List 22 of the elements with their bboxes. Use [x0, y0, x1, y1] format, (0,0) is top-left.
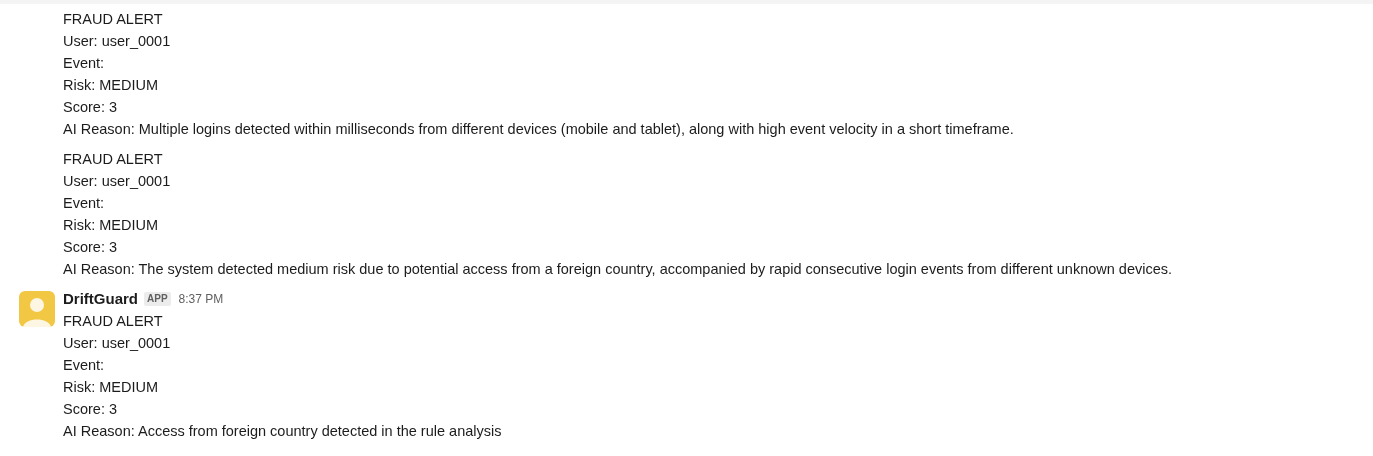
message-line: FRAUD ALERT	[63, 10, 164, 29]
message-line: User: user_0001	[63, 334, 172, 353]
message-line: Event:	[63, 356, 106, 375]
message-line: User: user_0001	[63, 32, 172, 51]
message-line: Score: 3	[63, 98, 118, 117]
message-line: Risk: MEDIUM	[63, 216, 160, 235]
message-line: AI Reason: Access from foreign country detected in the rule analysis	[63, 422, 502, 441]
message-time[interactable]: 8:37 PM	[178, 290, 224, 308]
message-line: AI Reason: Multiple logins detected within milliseconds from different devices (mobile and tablet), along with high event velocity in a short timeframe.	[63, 120, 1014, 139]
message-line: Score: 3	[63, 238, 118, 257]
avatar-icon	[19, 291, 55, 327]
message-line: Event:	[63, 194, 106, 213]
message-line: Risk: MEDIUM	[63, 76, 160, 95]
app-tag: APP	[144, 292, 171, 306]
message-line: FRAUD ALERT	[63, 150, 164, 169]
sender-name[interactable]: DriftGuard	[63, 287, 138, 311]
message-line: AI Reason: The system detected medium risk due to potential access from a foreign country, accompanied by rapid consecutive login events from different unknown devices.	[63, 260, 1173, 279]
message-line: Score: 3	[63, 400, 118, 419]
message-line: Event:	[63, 54, 106, 73]
message-line: Risk: MEDIUM	[63, 378, 160, 397]
message-line: FRAUD ALERT	[63, 312, 164, 331]
message-line: User: user_0001	[63, 172, 172, 191]
